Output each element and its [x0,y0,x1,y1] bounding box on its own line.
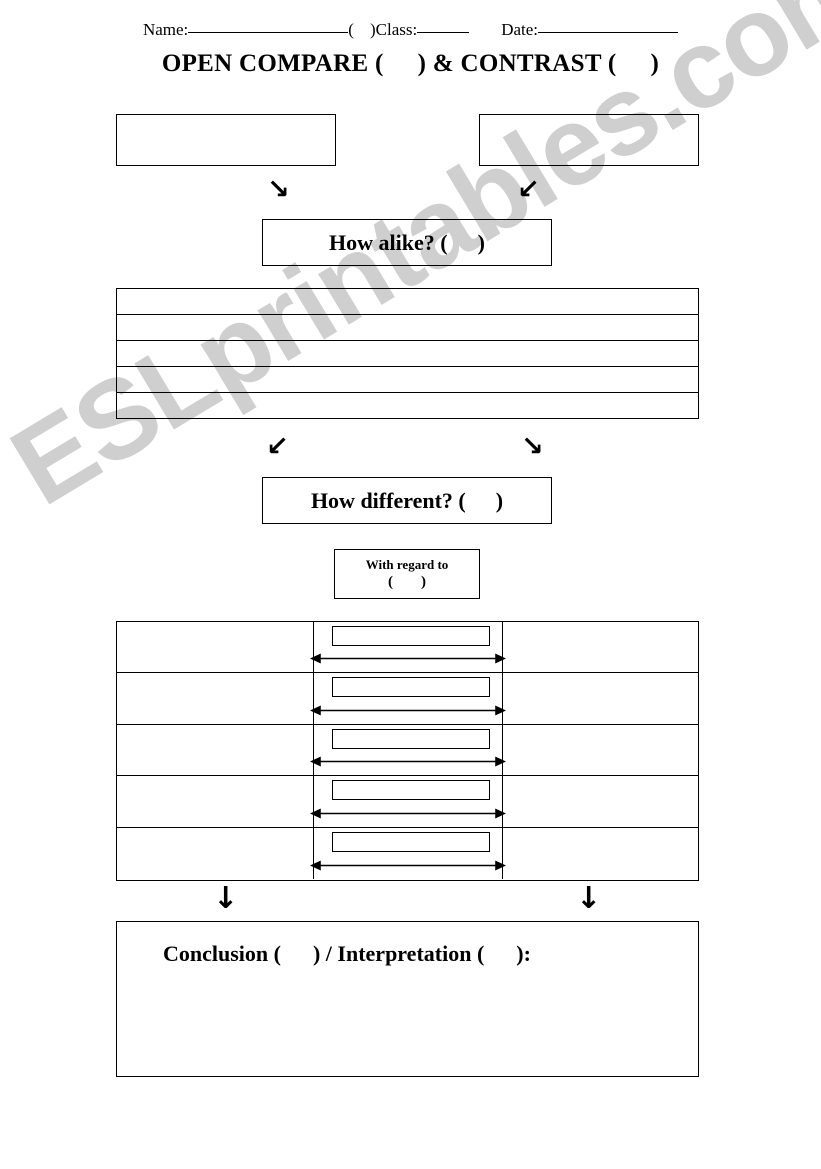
date-label: Date: [501,20,539,39]
title-part-close: ) [650,50,660,77]
difference-cell-left[interactable] [117,776,313,826]
double-headed-arrow-icon [310,808,506,819]
double-headed-arrow-icon [310,705,506,716]
difference-cell-middle[interactable] [310,622,506,673]
arrow-down-right-icon: ↘ [521,431,544,462]
how-different-heading-box: How different? () [262,477,552,524]
subject-box-left[interactable] [116,114,336,166]
name-paren-open: ( [348,20,354,39]
double-headed-arrow-icon [310,653,506,664]
how-alike-heading-box: How alike? () [262,219,552,266]
difference-cell-middle[interactable] [310,776,506,827]
difference-cell-left[interactable] [117,725,313,775]
difference-cell-middle[interactable] [310,673,506,724]
name-label: Name: [142,20,189,39]
table-row [117,776,698,828]
title-part-compare: OPEN COMPARE ( [161,50,384,77]
table-row [117,724,698,777]
conclusion-box[interactable]: Conclusion ( ) / Interpretation (): [116,921,699,1077]
table-row [117,622,698,674]
arrow-down-left-icon: ↙ [266,431,289,462]
worksheet-page: ESLprintables.com Name:()Class: Date: OPE… [0,0,821,1169]
conclusion-part3: ): [516,941,531,966]
arrow-down-left-icon: ↙ [517,174,540,205]
table-row [117,673,698,725]
how-different-part2: ) [495,487,504,513]
aspect-input-box[interactable] [332,677,490,698]
date-input-line[interactable] [538,32,679,33]
difference-cell-right[interactable] [503,725,698,775]
how-alike-part1: How alike? ( [329,229,448,255]
how-different-text: How different? () [311,488,503,514]
how-alike-text: How alike? () [329,230,485,256]
difference-cell-left[interactable] [117,828,313,879]
similarity-line[interactable] [117,367,698,393]
subject-box-right[interactable] [479,114,699,166]
aspect-input-box[interactable] [332,728,490,749]
class-label: Class: [375,20,418,39]
aspect-input-box[interactable] [332,626,490,646]
page-title: OPEN COMPARE ( ) & CONTRAST () [0,50,821,78]
name-input-line[interactable] [188,32,349,33]
with-regard-to-label: With regard to [365,556,449,572]
with-regard-to-blank-line: () [388,573,426,592]
similarity-line[interactable] [117,393,698,419]
regard-paren-close: ) [421,573,426,590]
difference-cell-right[interactable] [503,622,698,672]
difference-cell-left[interactable] [117,622,313,672]
title-part-contrast: ) & CONTRAST ( [417,50,617,77]
arrow-down-icon: ↓ [213,881,239,916]
with-regard-to-box[interactable]: With regard to () [334,549,480,599]
arrow-down-icon: ↓ [576,881,602,916]
similarity-line[interactable] [117,341,698,367]
aspect-input-box[interactable] [332,780,490,801]
double-headed-arrow-icon [310,860,506,871]
difference-cell-right[interactable] [503,673,698,723]
student-info-header: Name:()Class: Date: [0,20,821,40]
how-alike-part2: ) [477,229,485,255]
difference-cell-right[interactable] [503,776,698,826]
difference-cell-middle[interactable] [310,724,506,776]
difference-cell-middle[interactable] [310,827,506,879]
similarity-line[interactable] [117,289,698,315]
conclusion-heading: Conclusion ( ) / Interpretation (): [163,941,531,967]
similarities-lined-area [116,288,699,419]
difference-cell-left[interactable] [117,673,313,723]
difference-cell-right[interactable] [503,828,698,879]
conclusion-part2: ) / Interpretation ( [312,941,485,966]
aspect-input-box[interactable] [332,831,490,852]
how-different-part1: How different? ( [310,487,466,513]
table-row [117,827,698,879]
similarity-line[interactable] [117,315,698,341]
regard-paren-open: ( [388,573,393,590]
double-headed-arrow-icon [310,756,506,767]
conclusion-part1: Conclusion ( [163,941,281,966]
arrow-down-right-icon: ↘ [267,174,290,205]
class-input-line[interactable] [417,32,470,33]
differences-grid [116,621,699,881]
